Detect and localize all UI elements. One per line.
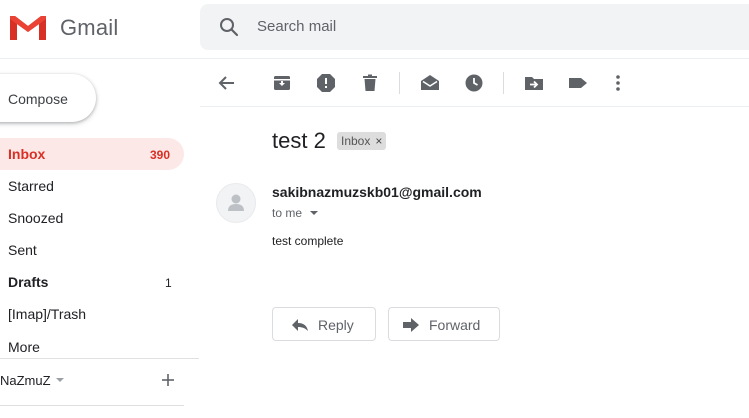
add-icon[interactable] <box>160 372 176 388</box>
sidebar-item-trash[interactable]: [Imap]/Trash <box>8 306 86 322</box>
brand-name[interactable]: Gmail <box>60 15 118 41</box>
toolbar-divider <box>200 106 749 107</box>
inbox-count: 390 <box>150 148 171 162</box>
account-caret-icon[interactable] <box>56 378 64 382</box>
sidebar-bottom-divider <box>0 405 184 406</box>
snooze-icon[interactable] <box>464 73 484 93</box>
delete-icon[interactable] <box>360 73 380 93</box>
reply-label: Reply <box>318 317 354 333</box>
sidebar-item-snoozed[interactable]: Snoozed <box>8 210 63 226</box>
sidebar-item-starred[interactable]: Starred <box>8 178 54 194</box>
forward-button[interactable]: Forward <box>388 307 500 341</box>
message-subject: test 2 <box>272 128 326 153</box>
reply-button[interactable]: Reply <box>272 307 376 341</box>
search-icon[interactable] <box>218 16 240 38</box>
compose-label[interactable]: Compose <box>8 91 68 107</box>
sidebar-item-more[interactable]: More <box>8 339 40 355</box>
toolbar-separator <box>399 72 400 94</box>
forward-label: Forward <box>429 317 481 333</box>
message-body: test complete <box>272 234 344 248</box>
sidebar-item-sent[interactable]: Sent <box>8 242 37 258</box>
toolbar-separator <box>503 72 504 94</box>
search-input[interactable]: Search mail <box>257 18 336 35</box>
label-icon[interactable] <box>568 73 588 93</box>
sidebar-divider <box>0 358 199 359</box>
avatar[interactable] <box>216 183 256 223</box>
sidebar-item-drafts[interactable]: Drafts <box>8 274 48 290</box>
reply-icon <box>291 317 309 338</box>
move-to-icon[interactable] <box>524 73 544 93</box>
hangouts-account[interactable]: NaZmuZ <box>0 373 51 388</box>
report-spam-icon[interactable] <box>316 73 336 93</box>
label-chip-text: Inbox <box>341 134 371 148</box>
recipient-line[interactable]: to me <box>272 206 302 220</box>
header-divider <box>0 58 749 59</box>
mark-unread-icon[interactable] <box>420 73 440 93</box>
back-arrow-icon[interactable] <box>217 73 237 93</box>
archive-icon[interactable] <box>272 73 292 93</box>
remove-label-icon[interactable]: × <box>375 134 382 148</box>
forward-icon <box>402 317 420 338</box>
recipient-details-caret-icon[interactable] <box>310 211 318 215</box>
label-chip-inbox[interactable]: Inbox × <box>337 132 387 150</box>
gmail-logo-icon[interactable] <box>8 12 48 42</box>
drafts-count: 1 <box>165 276 172 290</box>
sidebar-item-inbox[interactable]: Inbox <box>8 146 45 162</box>
more-vert-icon[interactable] <box>608 73 628 93</box>
sender-email[interactable]: sakibnazmuzskb01@gmail.com <box>272 184 482 200</box>
